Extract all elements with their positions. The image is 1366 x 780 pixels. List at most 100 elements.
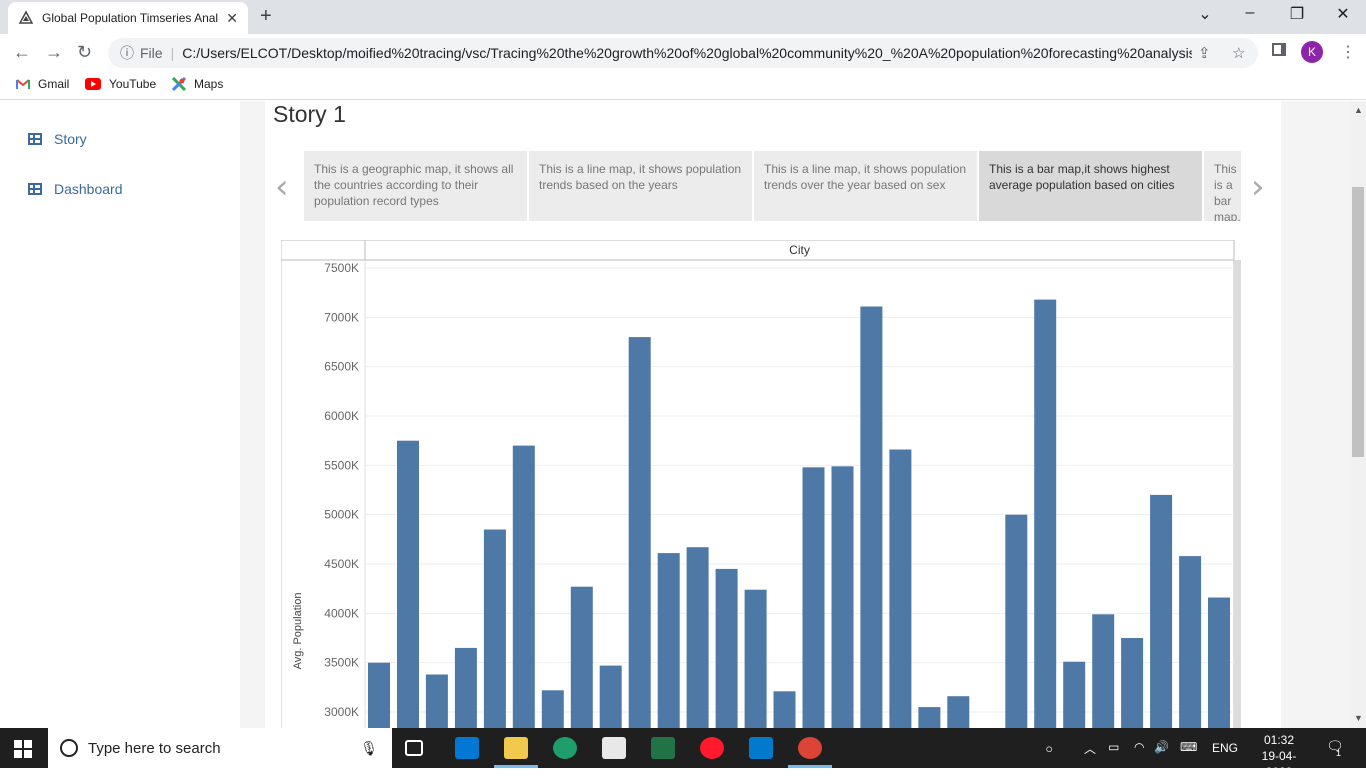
opera-icon[interactable] <box>700 737 724 759</box>
mail-icon[interactable] <box>455 737 479 759</box>
bookmark-youtube[interactable]: YouTube <box>85 77 156 91</box>
bar <box>454 647 477 728</box>
notification-icon[interactable]: 🗨 <box>1326 738 1344 755</box>
scroll-up-arrow-icon[interactable]: ▲ <box>1354 105 1363 115</box>
story-point-2[interactable]: This is a line map, it shows population … <box>529 151 752 221</box>
taskbar-search-box[interactable]: Type here to search 🎙 <box>48 728 392 768</box>
people-icon[interactable]: ဝ <box>1046 740 1053 758</box>
search-placeholder: Type here to search <box>88 739 221 757</box>
bar <box>599 665 622 728</box>
chevron-up-icon[interactable]: ︿ <box>1084 740 1096 757</box>
new-tab-button[interactable]: + <box>260 5 272 28</box>
sidebar-item-dashboard[interactable]: Dashboard <box>28 181 123 197</box>
story-panel: Story 1 ‹ This is a geographic map, it s… <box>265 101 1281 728</box>
tab-search-icon[interactable]: ⌄ <box>1185 4 1225 24</box>
sidebar-item-label: Dashboard <box>54 181 123 197</box>
excel-icon[interactable] <box>651 737 675 759</box>
restore-button[interactable]: ❐ <box>1277 4 1317 24</box>
story-point-3[interactable]: This is a line map, it shows population … <box>754 151 977 221</box>
share-icon[interactable]: ⇪ <box>1198 44 1211 62</box>
y-tick-label: 5500K <box>324 458 359 472</box>
bar <box>860 306 883 728</box>
bar <box>1005 514 1028 728</box>
address-bar[interactable]: ⓘ File | C:/Users/ELCOT/Desktop/moified%… <box>108 38 1258 68</box>
scroll-down-arrow-icon[interactable]: ▼ <box>1354 713 1363 723</box>
bar <box>1121 638 1144 728</box>
bar <box>1150 494 1173 728</box>
file-explorer-icon[interactable] <box>504 737 528 759</box>
store-icon[interactable] <box>602 737 626 759</box>
y-tick-label: 7500K <box>324 261 359 275</box>
clock-time: 01:32 <box>1263 733 1295 747</box>
task-view-icon[interactable] <box>405 740 423 756</box>
close-window-button[interactable]: ✕ <box>1323 4 1363 24</box>
y-tick-label: 6500K <box>324 360 359 374</box>
bar <box>425 674 448 728</box>
minimize-button[interactable]: – <box>1230 4 1270 22</box>
bookmarks-bar: Gmail YouTube Maps <box>0 72 1366 100</box>
microphone-icon[interactable]: 🎙 <box>360 740 378 757</box>
notification-count: 1 <box>1336 748 1342 758</box>
battery-icon[interactable]: ▭ <box>1108 740 1119 754</box>
bar <box>1092 614 1115 728</box>
url-text: C:/Users/ELCOT/Desktop/moified%20tracing… <box>182 45 1193 61</box>
bar <box>773 691 796 728</box>
story-point-5[interactable]: This is a bar map,it shows average popul… <box>1204 151 1241 221</box>
bookmark-maps[interactable]: Maps <box>172 77 223 91</box>
back-button[interactable]: ← <box>13 42 31 63</box>
table-icon <box>28 133 42 145</box>
windows-start-icon[interactable] <box>14 740 32 758</box>
page-scrollbar[interactable]: ▲ ▼ <box>1350 101 1366 728</box>
bar <box>715 568 738 728</box>
next-point-arrow-icon[interactable]: › <box>1251 167 1265 207</box>
language-indicator[interactable]: ENG <box>1212 741 1238 755</box>
y-tick-label: 6000K <box>324 409 359 423</box>
bar <box>918 707 941 728</box>
story-point-1[interactable]: This is a geographic map, it shows all t… <box>304 151 527 221</box>
bookmark-star-icon[interactable]: ☆ <box>1232 44 1245 62</box>
address-prefix: File <box>140 45 163 61</box>
bar <box>744 589 767 728</box>
sidebar: Story Dashboard <box>0 101 240 728</box>
vscode-icon[interactable] <box>749 737 773 759</box>
bookmark-gmail[interactable]: Gmail <box>16 77 69 91</box>
chart-scrollbar <box>1235 260 1241 728</box>
bar <box>889 449 912 728</box>
edge-icon[interactable] <box>553 737 577 759</box>
volume-icon[interactable]: 🔊 <box>1154 740 1169 754</box>
sidebar-item-story[interactable]: Story <box>28 131 87 147</box>
bookmark-label: Maps <box>194 77 224 91</box>
forward-button[interactable]: → <box>45 42 63 63</box>
y-axis-label: Avg. Population <box>292 593 304 670</box>
chrome-icon[interactable] <box>798 737 822 759</box>
bar <box>570 586 593 728</box>
keyboard-icon[interactable]: ⌨ <box>1180 740 1197 754</box>
y-tick-label: 5000K <box>324 508 359 522</box>
y-tick-label: 4000K <box>324 606 359 620</box>
story-point-4[interactable]: This is a bar map,it shows highest avera… <box>979 151 1202 221</box>
bar <box>628 337 651 728</box>
sidebar-item-label: Story <box>54 131 87 147</box>
menu-icon[interactable]: ⋮ <box>1340 42 1356 62</box>
taskbar-clock[interactable]: 01:32 19-04-2023 <box>1250 732 1308 780</box>
bookmark-label: Gmail <box>38 77 70 91</box>
bar <box>947 696 970 728</box>
bar <box>483 529 506 728</box>
chart-header-corner <box>281 240 366 261</box>
tab-close-icon[interactable]: ✕ <box>226 10 238 27</box>
info-icon[interactable]: ⓘ <box>120 43 134 63</box>
wifi-icon[interactable]: ◠ <box>1134 740 1144 754</box>
previous-point-arrow-icon[interactable]: ‹ <box>275 167 289 207</box>
scroll-thumb[interactable] <box>1352 187 1364 457</box>
chart-svg: City 7500K 7000K 6500K 6000K 5500K 5000K 4500K 4… <box>281 240 1241 728</box>
reload-button[interactable]: ↻ <box>77 42 92 63</box>
browser-tab[interactable]: Global Population Timseries Anal ✕ <box>8 2 248 34</box>
bar <box>1179 556 1202 728</box>
side-panel-icon[interactable] <box>1272 43 1286 56</box>
tableau-icon <box>18 10 34 24</box>
bar <box>686 547 709 728</box>
profile-avatar[interactable]: K <box>1301 41 1323 63</box>
clock-date: 19-04-2023 <box>1261 749 1297 779</box>
bar <box>1208 597 1230 728</box>
bar <box>1034 299 1057 728</box>
